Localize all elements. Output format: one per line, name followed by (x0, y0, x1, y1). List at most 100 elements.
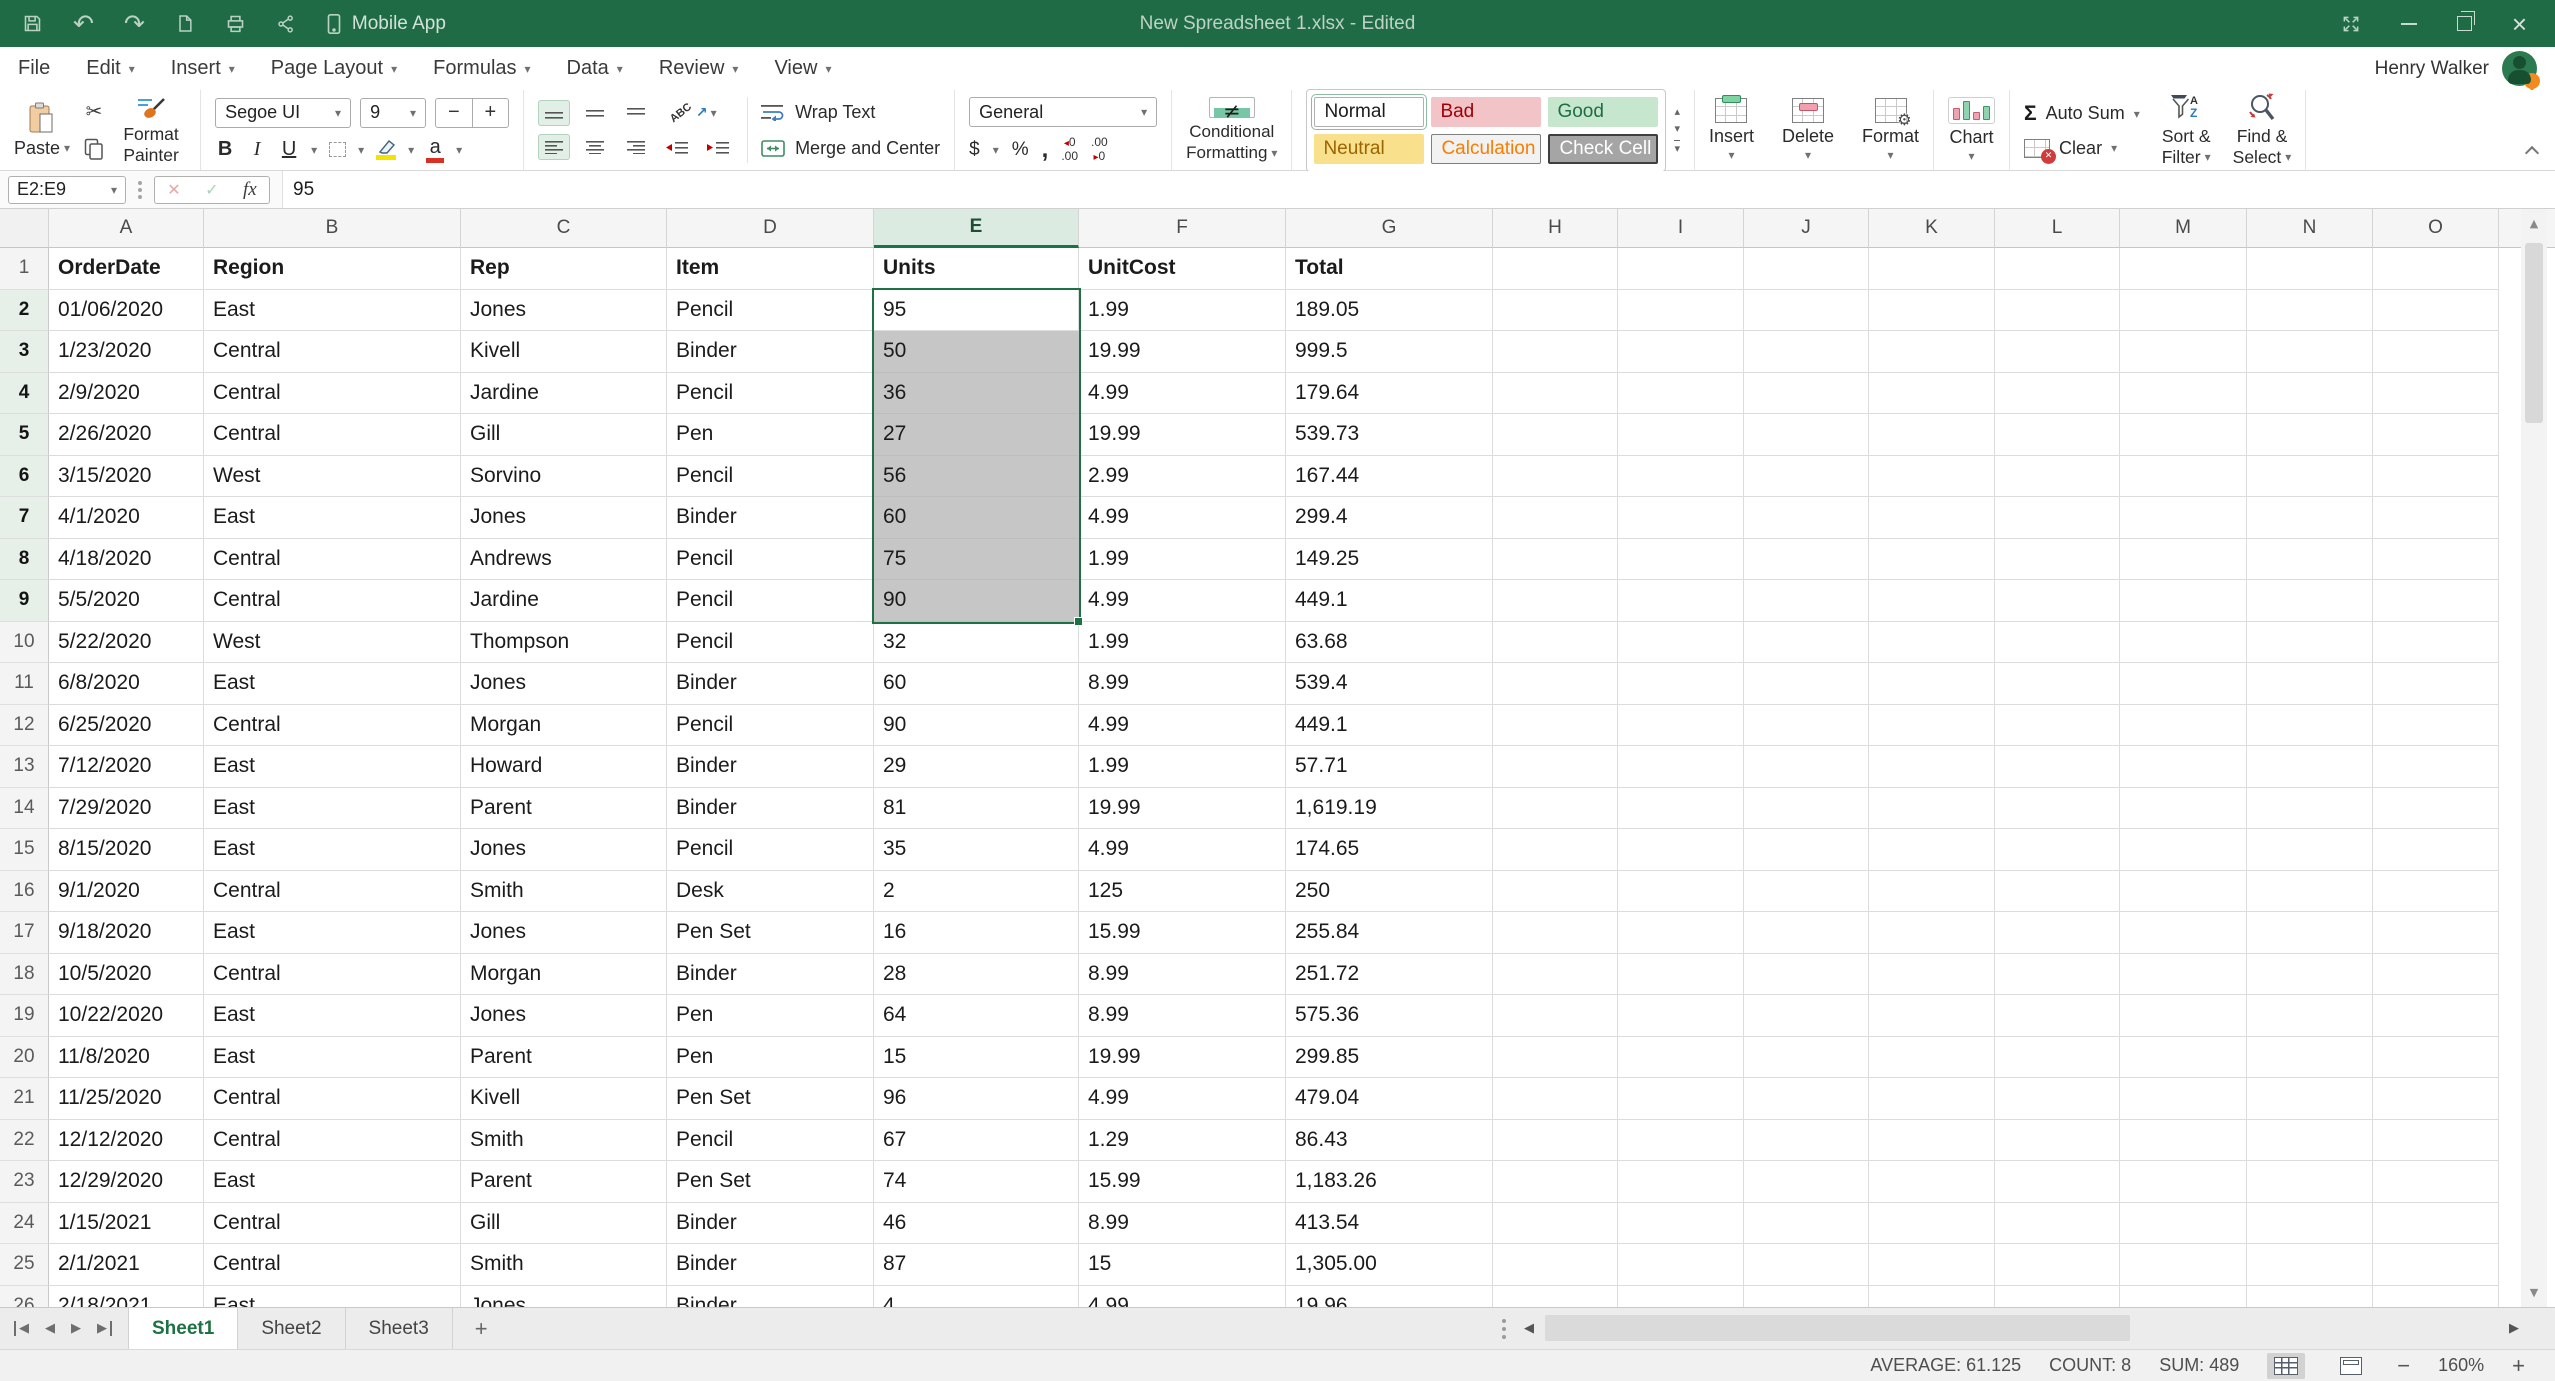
cell-O2[interactable] (2373, 290, 2499, 332)
cell-E26[interactable]: 4 (874, 1286, 1079, 1308)
cell-N20[interactable] (2247, 1037, 2373, 1079)
cell-B18[interactable]: Central (204, 954, 461, 996)
cell-B23[interactable]: East (204, 1161, 461, 1203)
save-icon[interactable] (22, 13, 43, 34)
formula-input[interactable]: 95 (282, 171, 2555, 208)
minimize-icon[interactable] (2401, 23, 2417, 25)
cell-K14[interactable] (1869, 788, 1995, 830)
style-calculation[interactable]: Calculation (1431, 134, 1541, 164)
column-header-G[interactable]: G (1286, 209, 1493, 248)
cell-F17[interactable]: 15.99 (1079, 912, 1286, 954)
cell-H24[interactable] (1493, 1203, 1618, 1245)
cell-H13[interactable] (1493, 746, 1618, 788)
cell-O23[interactable] (2373, 1161, 2499, 1203)
column-header-J[interactable]: J (1744, 209, 1869, 248)
cell-C4[interactable]: Jardine (461, 373, 667, 415)
cell-M10[interactable] (2120, 622, 2247, 664)
cell-L16[interactable] (1995, 871, 2120, 913)
cell-F2[interactable]: 1.99 (1079, 290, 1286, 332)
column-header-H[interactable]: H (1493, 209, 1618, 248)
format-button[interactable]: ⚙ Format ▾ (1862, 98, 1919, 162)
decrease-font-size-button[interactable]: − (436, 99, 472, 127)
cell-L3[interactable] (1995, 331, 2120, 373)
cell-M4[interactable] (2120, 373, 2247, 415)
row-header-3[interactable]: 3 (0, 331, 49, 373)
copy-button[interactable] (84, 138, 104, 161)
row-header-13[interactable]: 13 (0, 746, 49, 788)
first-sheet-button[interactable]: ◀ (14, 1321, 29, 1336)
cell-G20[interactable]: 299.85 (1286, 1037, 1493, 1079)
font-size-select[interactable]: 9▾ (360, 98, 426, 128)
styles-more-button[interactable]: ▾ (1674, 140, 1680, 154)
insert-function-button[interactable]: fx (243, 179, 257, 201)
undo-icon[interactable]: ↶ (73, 11, 94, 36)
cell-H14[interactable] (1493, 788, 1618, 830)
cell-E4[interactable]: 36 (874, 373, 1079, 415)
cell-G9[interactable]: 449.1 (1286, 580, 1493, 622)
cell-B22[interactable]: Central (204, 1120, 461, 1162)
menu-item-file[interactable]: File (18, 57, 50, 80)
cell-N12[interactable] (2247, 705, 2373, 747)
cell-C7[interactable]: Jones (461, 497, 667, 539)
cell-F5[interactable]: 19.99 (1079, 414, 1286, 456)
cell-K17[interactable] (1869, 912, 1995, 954)
cell-M23[interactable] (2120, 1161, 2247, 1203)
avatar[interactable] (2502, 51, 2537, 86)
cell-B16[interactable]: Central (204, 871, 461, 913)
cell-I13[interactable] (1618, 746, 1744, 788)
normal-view-button[interactable] (2267, 1353, 2305, 1379)
cell-E21[interactable]: 96 (874, 1078, 1079, 1120)
row-header-15[interactable]: 15 (0, 829, 49, 871)
row-header-18[interactable]: 18 (0, 954, 49, 996)
cell-I12[interactable] (1618, 705, 1744, 747)
cell-A4[interactable]: 2/9/2020 (49, 373, 204, 415)
cell-H6[interactable] (1493, 456, 1618, 498)
zoom-out-button[interactable]: − (2397, 1355, 2410, 1377)
cell-I3[interactable] (1618, 331, 1744, 373)
cell-H12[interactable] (1493, 705, 1618, 747)
add-sheet-button[interactable]: + (475, 1316, 488, 1342)
column-header-O[interactable]: O (2373, 209, 2499, 248)
cell-K21[interactable] (1869, 1078, 1995, 1120)
cell-A9[interactable]: 5/5/2020 (49, 580, 204, 622)
cell-E20[interactable]: 15 (874, 1037, 1079, 1079)
cell-E12[interactable]: 90 (874, 705, 1079, 747)
cell-B2[interactable]: East (204, 290, 461, 332)
cell-M7[interactable] (2120, 497, 2247, 539)
print-icon[interactable] (225, 13, 246, 34)
cell-M12[interactable] (2120, 705, 2247, 747)
name-box[interactable]: E2:E9▾ (8, 176, 126, 204)
cell-H11[interactable] (1493, 663, 1618, 705)
cell-M20[interactable] (2120, 1037, 2247, 1079)
cell-L25[interactable] (1995, 1244, 2120, 1286)
cell-E19[interactable]: 64 (874, 995, 1079, 1037)
cell-F12[interactable]: 4.99 (1079, 705, 1286, 747)
auto-sum-button[interactable]: Σ Auto Sum ▾ (2024, 102, 2140, 126)
scroll-down-icon[interactable]: ▼ (2521, 1286, 2547, 1299)
align-top-button[interactable] (620, 100, 652, 126)
cell-H23[interactable] (1493, 1161, 1618, 1203)
cell-I23[interactable] (1618, 1161, 1744, 1203)
cell-K2[interactable] (1869, 290, 1995, 332)
cell-J18[interactable] (1744, 954, 1869, 996)
select-all-corner[interactable] (0, 209, 49, 248)
menu-item-formulas[interactable]: Formulas▾ (433, 57, 530, 80)
style-check-cell[interactable]: Check Cell (1548, 134, 1658, 164)
cell-N2[interactable] (2247, 290, 2373, 332)
cell-C22[interactable]: Smith (461, 1120, 667, 1162)
cell-B7[interactable]: East (204, 497, 461, 539)
cell-A21[interactable]: 11/25/2020 (49, 1078, 204, 1120)
cell-I6[interactable] (1618, 456, 1744, 498)
cell-N3[interactable] (2247, 331, 2373, 373)
cell-D15[interactable]: Pencil (667, 829, 874, 871)
menu-item-edit[interactable]: Edit▾ (86, 57, 135, 80)
cell-E17[interactable]: 16 (874, 912, 1079, 954)
cell-M1[interactable] (2120, 248, 2247, 290)
align-center-button[interactable] (579, 134, 611, 160)
row-header-8[interactable]: 8 (0, 539, 49, 581)
cell-C6[interactable]: Sorvino (461, 456, 667, 498)
cell-D14[interactable]: Binder (667, 788, 874, 830)
cell-J9[interactable] (1744, 580, 1869, 622)
cell-B20[interactable]: East (204, 1037, 461, 1079)
cell-O11[interactable] (2373, 663, 2499, 705)
